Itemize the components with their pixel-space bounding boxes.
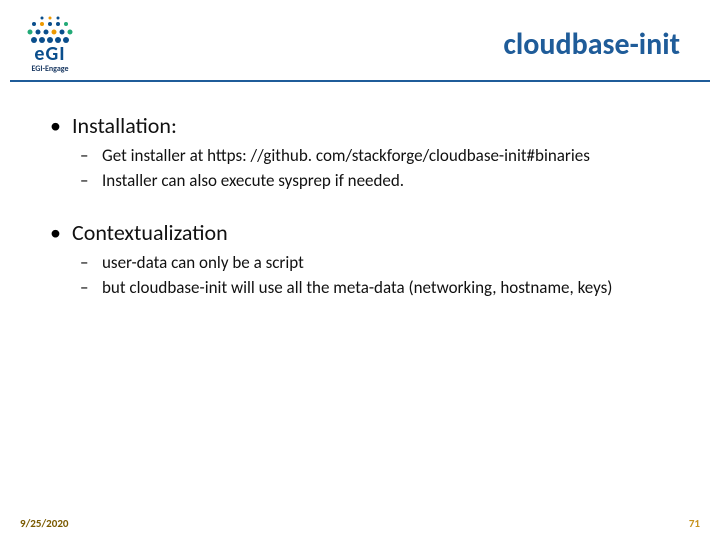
bullet-label: Contextualization — [72, 219, 228, 246]
sub-bullet: Get installer at https: //github. com/st… — [80, 145, 690, 168]
logo-subtext: EGI-Engage — [32, 64, 69, 74]
sub-bullet: Installer can also execute sysprep if ne… — [80, 170, 690, 193]
bullet-item: Contextualization user-data can only be … — [50, 219, 690, 300]
page-number: 71 — [689, 517, 700, 530]
slide-footer: 9/25/2020 71 — [0, 517, 720, 530]
slide-title: cloudbase-init — [503, 26, 680, 63]
footer-date: 9/25/2020 — [20, 517, 68, 530]
bullet-label: Installation: — [72, 112, 177, 139]
sub-bullet: but cloudbase-init will use all the meta… — [80, 277, 690, 300]
bullet-item: Installation: Get installer at https: //… — [50, 112, 690, 193]
sub-bullet: user-data can only be a script — [80, 252, 690, 275]
logo-text: eGI — [34, 42, 65, 66]
logo: eGI EGI-Engage — [14, 14, 86, 74]
slide-header: eGI EGI-Engage cloudbase-init — [0, 0, 720, 80]
slide-body: Installation: Get installer at https: //… — [0, 82, 720, 300]
